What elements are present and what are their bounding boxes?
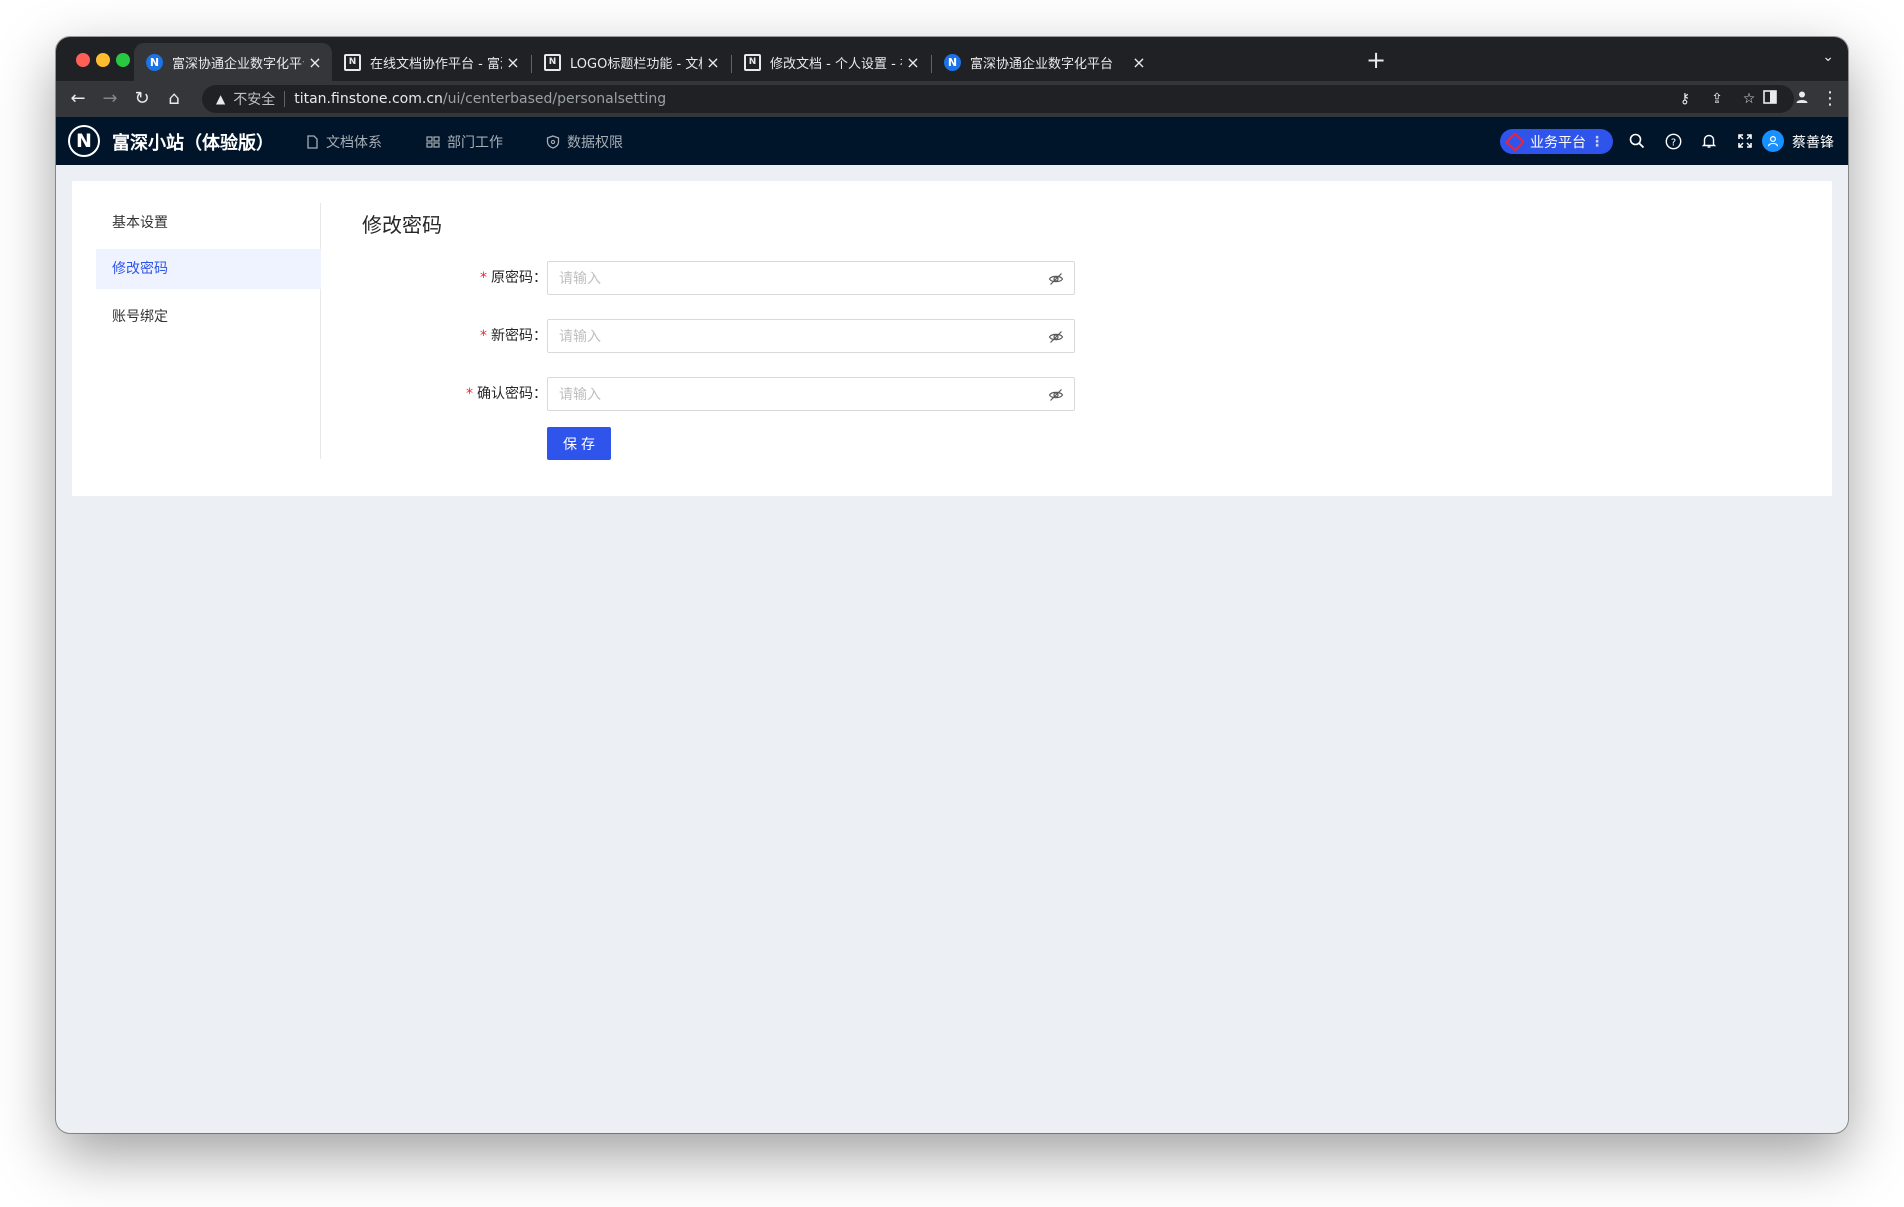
home-icon[interactable]: ⌂ — [160, 85, 188, 113]
close-window-button[interactable] — [76, 53, 90, 67]
n-logo-icon: N — [944, 53, 961, 71]
key-icon[interactable]: ⚷ — [1674, 90, 1696, 108]
close-icon[interactable]: × — [702, 53, 724, 72]
more-menu-icon[interactable]: ⋮ — [1816, 85, 1844, 113]
app-header: N 富深小站（体验版） 文档体系 部门工作 数据权限 业务平台 ⋮ ? 蔡善锋 — [56, 117, 1848, 165]
browser-tab-4[interactable]: N 修改文档 - 个人设置 - 在线文档协作 × — [732, 43, 930, 81]
new-tab-button[interactable]: + — [1362, 47, 1390, 75]
forward-arrow-icon[interactable]: → — [96, 85, 124, 113]
divider — [284, 91, 286, 107]
close-icon[interactable]: × — [502, 53, 524, 72]
nav-item-department[interactable]: 部门工作 — [426, 132, 503, 152]
warning-icon: ▲ — [216, 92, 226, 106]
form-row-confirm-password: * 确认密码： — [362, 377, 1082, 411]
eye-invisible-icon[interactable] — [1048, 387, 1064, 403]
security-label: 不安全 — [233, 92, 276, 108]
field-label: * 新密码： — [480, 319, 547, 353]
browser-tab-1[interactable]: N 富深协通企业数字化平台 × — [134, 43, 332, 81]
save-button[interactable]: 保存 — [547, 427, 611, 460]
sidebar-toggle-icon[interactable] — [1756, 85, 1784, 113]
new-password-input[interactable] — [559, 320, 1039, 352]
browser-tab-3[interactable]: N LOGO标题栏功能 - 文档管理平台 × — [532, 43, 730, 81]
file-icon — [307, 135, 318, 149]
grid-icon — [426, 136, 440, 148]
tab-title: 在线文档协作平台 - 富深协通 — [370, 56, 502, 72]
profile-icon[interactable] — [1788, 85, 1816, 113]
old-password-input[interactable] — [559, 262, 1039, 294]
reload-icon[interactable]: ↻ — [128, 85, 156, 113]
user-name[interactable]: 蔡善锋 — [1792, 132, 1834, 152]
browser-toolbar: ← → ↻ ⌂ ▲ 不安全 titan.finstone.com.cn/ui/c… — [56, 81, 1848, 117]
nav-item-label: 部门工作 — [447, 135, 503, 151]
tab-title: 修改文档 - 个人设置 - 在线文档协作 — [770, 56, 902, 72]
confirm-password-input[interactable] — [559, 378, 1039, 410]
field-label-text: 确认密码： — [477, 386, 547, 402]
field-label-text: 新密码： — [491, 328, 547, 344]
browser-tab-2[interactable]: N 在线文档协作平台 - 富深协通 × — [332, 43, 530, 81]
help-icon[interactable]: ? — [1662, 130, 1684, 152]
old-password-field — [547, 261, 1075, 295]
tab-strip: N 富深协通企业数字化平台 × N 在线文档协作平台 - 富深协通 × N LO… — [56, 37, 1848, 81]
eye-invisible-icon[interactable] — [1048, 271, 1064, 287]
new-password-field — [547, 319, 1075, 353]
eye-invisible-icon[interactable] — [1048, 329, 1064, 345]
search-icon[interactable] — [1626, 130, 1648, 152]
page-title: 修改密码 — [362, 213, 442, 237]
close-icon[interactable]: × — [1128, 53, 1150, 72]
platform-button-label: 业务平台 — [1530, 134, 1586, 151]
settings-card: 基本设置 修改密码 账号绑定 修改密码 * 原密码： * 新密码： * 确认密码： — [72, 181, 1832, 496]
doc-icon: N — [544, 53, 561, 71]
settings-menu-item-password[interactable]: 修改密码 — [96, 249, 321, 289]
url-path: /ui/centerbased/personalsetting — [442, 91, 667, 107]
field-label: * 确认密码： — [466, 377, 547, 411]
field-label: * 原密码： — [480, 261, 547, 295]
settings-menu: 基本设置 修改密码 账号绑定 — [96, 203, 321, 459]
required-mark: * — [466, 386, 473, 402]
settings-menu-item-basic[interactable]: 基本设置 — [96, 203, 321, 243]
address-bar[interactable]: ▲ 不安全 titan.finstone.com.cn/ui/centerbas… — [202, 85, 1794, 113]
avatar[interactable] — [1762, 130, 1784, 152]
nav-item-label: 文档体系 — [326, 135, 382, 151]
doc-icon: N — [344, 53, 361, 71]
svg-text:?: ? — [1670, 137, 1675, 148]
required-mark: * — [480, 270, 487, 286]
bell-icon[interactable] — [1698, 130, 1720, 152]
tab-title: LOGO标题栏功能 - 文档管理平台 — [570, 56, 702, 72]
field-label-text: 原密码： — [491, 270, 547, 286]
more-vertical-icon: ⋮ — [1590, 133, 1604, 150]
maximize-window-button[interactable] — [116, 53, 130, 67]
business-platform-button[interactable]: 业务平台 ⋮ — [1500, 129, 1613, 154]
form-row-old-password: * 原密码： — [362, 261, 1082, 295]
required-mark: * — [480, 328, 487, 344]
brand-logo-icon[interactable]: N — [68, 125, 100, 157]
doc-icon: N — [744, 53, 761, 71]
nav-item-permissions[interactable]: 数据权限 — [546, 132, 623, 152]
close-icon[interactable]: × — [304, 53, 326, 72]
n-logo-icon: N — [146, 53, 163, 71]
settings-menu-item-binding[interactable]: 账号绑定 — [96, 297, 321, 337]
platform-icon — [1505, 131, 1525, 152]
tab-title: 富深协通企业数字化平台 — [970, 56, 1114, 72]
chevron-down-icon[interactable]: ⌄ — [1822, 49, 1834, 65]
shield-icon — [546, 135, 560, 149]
close-icon[interactable]: × — [902, 53, 924, 72]
fullscreen-icon[interactable] — [1734, 130, 1756, 152]
brand-name[interactable]: 富深小站（体验版） — [112, 129, 274, 155]
browser-window: N 富深协通企业数字化平台 × N 在线文档协作平台 - 富深协通 × N LO… — [56, 37, 1848, 1133]
form-row-new-password: * 新密码： — [362, 319, 1082, 353]
nav-item-docs[interactable]: 文档体系 — [306, 132, 382, 152]
tab-title: 富深协通企业数字化平台 — [172, 56, 304, 72]
url-host: titan.finstone.com.cn — [294, 91, 443, 107]
nav-item-label: 数据权限 — [567, 135, 623, 151]
share-icon[interactable]: ⇪ — [1706, 90, 1728, 108]
confirm-password-field — [547, 377, 1075, 411]
back-arrow-icon[interactable]: ← — [64, 85, 92, 113]
minimize-window-button[interactable] — [96, 53, 110, 67]
browser-tab-5[interactable]: N 富深协通企业数字化平台 × — [932, 43, 1156, 81]
